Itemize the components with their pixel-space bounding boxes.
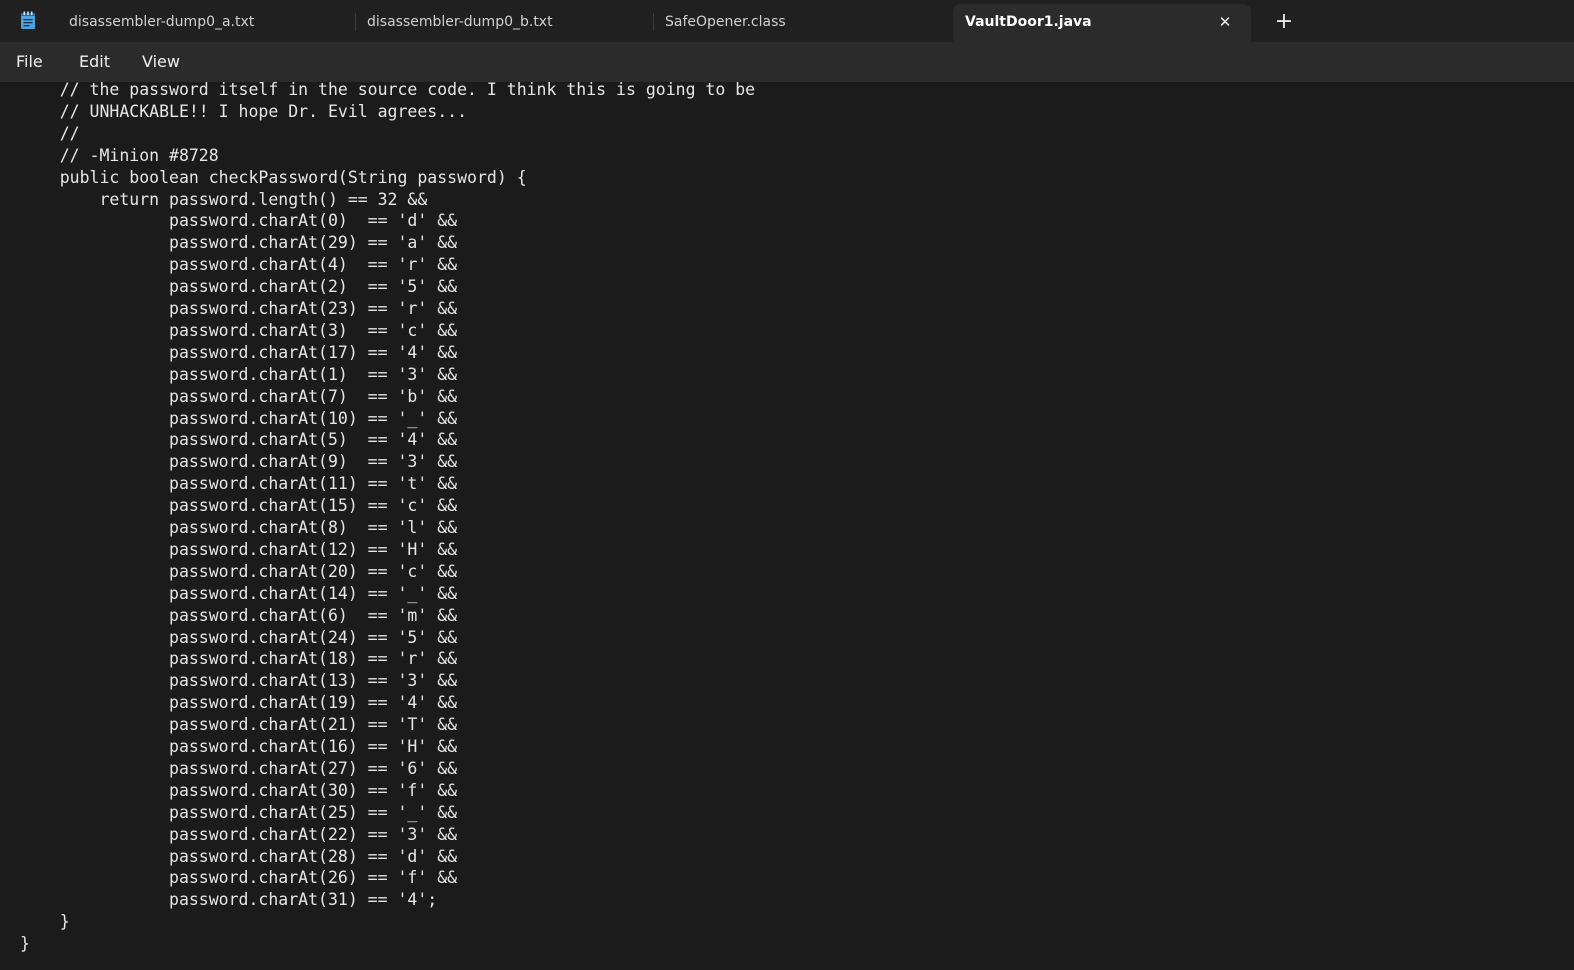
code-line: password.charAt(27) == '6' && [20, 758, 458, 778]
code-line: // -Minion #8728 [20, 145, 219, 165]
text-editor[interactable]: // the password itself in the source cod… [0, 82, 1574, 970]
code-line: password.charAt(28) == 'd' && [20, 846, 458, 866]
code-line: password.charAt(24) == '5' && [20, 627, 458, 647]
menu-view[interactable]: View [142, 42, 180, 82]
code-line: password.charAt(22) == '3' && [20, 824, 458, 844]
code-line: // the password itself in the source cod… [20, 82, 756, 99]
close-icon[interactable]: ✕ [1215, 4, 1235, 40]
code-line: password.charAt(23) == 'r' && [20, 299, 458, 318]
code-line: password.charAt(6) == 'm' && [20, 605, 458, 625]
code-line: return password.length() == 32 && [20, 189, 428, 209]
code-line: password.charAt(17) == '4' && [20, 342, 458, 362]
plus-icon[interactable]: + [1272, 8, 1296, 36]
code-line: password.charAt(31) == '4'; [20, 890, 438, 910]
code-line: password.charAt(15) == 'c' && [20, 496, 458, 516]
code-line: password.charAt(2) == '5' && [20, 277, 458, 297]
code-line: password.charAt(10) == '_' && [20, 408, 458, 428]
code-line: password.charAt(20) == 'c' && [20, 561, 458, 581]
code-line: password.charAt(21) == 'T' && [20, 715, 458, 735]
code-line: // [20, 123, 80, 143]
tab-label: VaultDoor1.java [965, 14, 1092, 30]
menu-edit[interactable]: Edit [79, 42, 110, 82]
code-line: password.charAt(14) == '_' && [20, 583, 458, 603]
code-line: password.charAt(5) == '4' && [20, 430, 458, 450]
menu-file[interactable]: File [16, 42, 43, 82]
tab-safeopener[interactable]: SafeOpener.class [653, 4, 949, 42]
tab-label: SafeOpener.class [665, 14, 786, 30]
tab-label: disassembler-dump0_b.txt [367, 14, 553, 30]
code-line: password.charAt(18) == 'r' && [20, 649, 458, 669]
code-line: password.charAt(8) == 'l' && [20, 518, 458, 537]
notepad-icon [20, 11, 36, 30]
code-line: // UNHACKABLE!! I hope Dr. Evil agrees..… [20, 101, 468, 121]
code-line: password.charAt(13) == '3' && [20, 671, 458, 691]
tab-vaultdoor1[interactable]: VaultDoor1.java ✕ [953, 4, 1251, 42]
code-line: password.charAt(9) == '3' && [20, 452, 458, 472]
tab-label: disassembler-dump0_a.txt [69, 14, 255, 30]
code-line: } [20, 934, 30, 954]
tab-disassembler-dump0-b[interactable]: disassembler-dump0_b.txt [355, 4, 651, 42]
code-line: public boolean checkPassword(String pass… [20, 167, 527, 187]
code-line: password.charAt(4) == 'r' && [20, 255, 458, 275]
code-line: password.charAt(0) == 'd' && [20, 211, 458, 231]
code-line: password.charAt(30) == 'f' && [20, 780, 458, 800]
title-bar: disassembler-dump0_a.txt disassembler-du… [0, 0, 1574, 42]
code-line: password.charAt(26) == 'f' && [20, 868, 458, 888]
code-line: password.charAt(29) == 'a' && [20, 233, 458, 253]
code-line: } [20, 912, 70, 932]
code-line: password.charAt(1) == '3' && [20, 364, 458, 384]
code-line: password.charAt(16) == 'H' && [20, 737, 458, 756]
code-line: password.charAt(19) == '4' && [20, 693, 458, 713]
code-line: password.charAt(25) == '_' && [20, 802, 458, 822]
code-line: password.charAt(11) == 't' && [20, 474, 458, 494]
code-line: password.charAt(12) == 'H' && [20, 539, 458, 559]
menu-bar: File Edit View [0, 42, 1574, 82]
tab-disassembler-dump0-a[interactable]: disassembler-dump0_a.txt [57, 4, 353, 42]
code-line: password.charAt(7) == 'b' && [20, 386, 458, 406]
code-line: password.charAt(3) == 'c' && [20, 320, 458, 340]
